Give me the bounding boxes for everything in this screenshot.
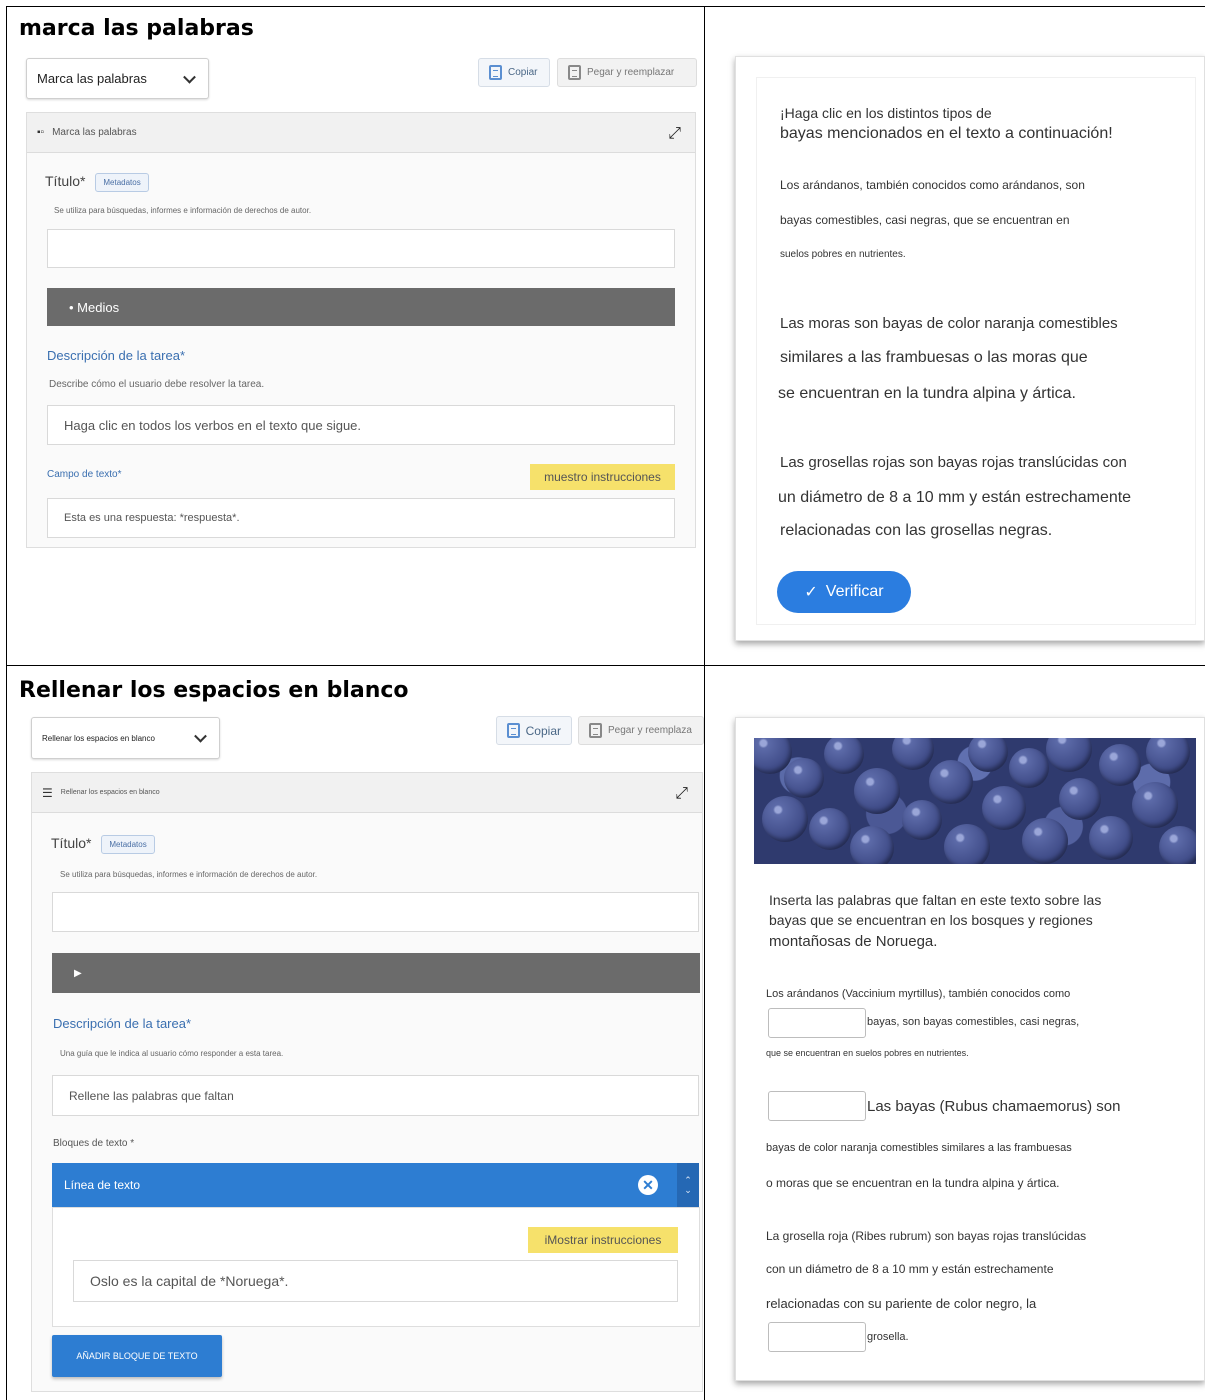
editor-header: ☰ Rellenar los espacios en blanco ⤢ xyxy=(32,773,702,813)
fill-blanks-icon: ☰ xyxy=(42,785,53,800)
table-border-top xyxy=(6,6,1205,7)
task-description-help: Describe cómo el usuario debe resolver l… xyxy=(49,379,265,390)
word-line[interactable]: bayas comestibles, casi negras, que se e… xyxy=(780,213,1070,227)
chevron-down-icon xyxy=(183,70,196,84)
task-description-label: Descripción de la tarea* xyxy=(53,1016,192,1031)
paste-label: Pegar y reemplazar xyxy=(587,67,675,78)
editor-header-label: Marca las palabras xyxy=(52,127,137,138)
intro-text: montañosas de Noruega. xyxy=(769,933,938,950)
title-help: Se utiliza para búsquedas, informes e in… xyxy=(54,206,312,215)
task-description-label: Descripción de la tarea* xyxy=(47,348,186,363)
preview-panel: Inserta las palabras que faltan en este … xyxy=(735,717,1205,1381)
clipboard-icon xyxy=(589,723,602,738)
text-line-header: Línea de texto xyxy=(52,1163,680,1207)
intro-text: Inserta las palabras que faltan en este … xyxy=(769,892,1102,908)
paragraph-line: relacionadas con su pariente de color ne… xyxy=(766,1296,1037,1311)
clipboard-icon xyxy=(489,65,502,80)
reorder-arrows-icon[interactable]: ⌃ ⌄ xyxy=(677,1163,699,1207)
check-icon: ✓ xyxy=(804,584,818,601)
text-field-input[interactable]: Esta es una respuesta: *respuesta*. xyxy=(47,498,675,538)
word-line[interactable]: relacionadas con las grosellas negras. xyxy=(780,522,1052,540)
paragraph-line: o moras que se encuentran en la tundra a… xyxy=(766,1176,1060,1190)
task-description-input[interactable]: Haga clic en todos los verbos en el text… xyxy=(47,405,675,445)
copy-button[interactable]: Copiar xyxy=(478,58,550,87)
paragraph-line: que se encuentran en suelos pobres en nu… xyxy=(766,1048,969,1058)
text-blocks-label: Bloques de texto * xyxy=(53,1138,135,1149)
paste-replace-button[interactable]: Pegar y reemplazar xyxy=(557,58,697,87)
paragraph-line: bayas, son bayas comestibles, casi negra… xyxy=(867,1016,1080,1028)
content-type-select[interactable]: Rellenar los espacios en blanco xyxy=(31,717,220,759)
clipboard-icon xyxy=(568,65,581,80)
title-label: Título* Metadatos xyxy=(45,173,149,192)
section-heading: marca las palabras xyxy=(19,16,254,41)
add-text-block-button[interactable]: AÑADIR BLOQUE DE TEXTO xyxy=(52,1335,222,1377)
expand-icon[interactable]: ⤢ xyxy=(675,785,688,803)
preview-panel: ¡Haga clic en los distintos tipos de bay… xyxy=(735,56,1205,641)
paragraph-line: con un diámetro de 8 a 10 mm y están est… xyxy=(766,1262,1054,1276)
metadata-button[interactable]: Metadatos xyxy=(95,173,149,192)
select-value: Marca las palabras xyxy=(37,71,147,86)
blank-input[interactable] xyxy=(768,1008,866,1038)
word-line[interactable]: suelos pobres en nutrientes. xyxy=(780,249,906,260)
expand-icon[interactable]: ⤢ xyxy=(668,125,681,143)
show-instructions-button[interactable]: muestro instrucciones xyxy=(530,464,675,490)
media-toggle[interactable]: • Medios xyxy=(47,288,675,326)
word-line[interactable]: Los arándanos, también conocidos como ar… xyxy=(780,178,1085,192)
intro-text: ¡Haga clic en los distintos tipos de xyxy=(780,105,992,121)
select-value: Rellenar los espacios en blanco xyxy=(42,733,155,743)
editor-panel: ☰ Rellenar los espacios en blanco ⤢ Títu… xyxy=(31,772,703,1392)
text-line-label: Línea de texto xyxy=(64,1178,141,1192)
paragraph-line: La grosella roja (Ribes rubrum) son baya… xyxy=(766,1229,1087,1243)
metadata-button[interactable]: Metadatos xyxy=(101,835,155,854)
paragraph-line: grosella. xyxy=(867,1331,909,1343)
intro-text: bayas que se encuentran en los bosques y… xyxy=(769,912,1093,928)
task-description-input[interactable]: Rellene las palabras que faltan xyxy=(52,1075,699,1116)
content-type-select[interactable]: Marca las palabras xyxy=(26,58,209,99)
clipboard-icon xyxy=(507,723,520,738)
blueberries-photo xyxy=(754,738,1196,864)
chevron-down-icon xyxy=(194,729,207,743)
editor-header: ▪▫ Marca las palabras ⤢ xyxy=(27,113,695,153)
copy-button[interactable]: Copiar xyxy=(496,716,572,745)
show-instructions-button[interactable]: iMostrar instrucciones xyxy=(528,1227,678,1253)
title-help: Se utiliza para búsquedas, informes e in… xyxy=(60,870,318,879)
word-line[interactable]: Las grosellas rojas son bayas rojas tran… xyxy=(780,454,1127,471)
paragraph-line: Las bayas (Rubus chamaemorus) son xyxy=(867,1098,1121,1115)
text-field-label: Campo de texto* xyxy=(47,469,122,480)
word-line[interactable]: Las moras son bayas de color naranja com… xyxy=(780,315,1118,332)
editor-header-label: Rellenar los espacios en blanco xyxy=(60,789,160,796)
word-line[interactable]: un diámetro de 8 a 10 mm y están estrech… xyxy=(778,489,1131,507)
word-line[interactable]: se encuentran en la tundra alpina y árti… xyxy=(778,385,1076,403)
blank-input[interactable] xyxy=(768,1322,866,1352)
media-toggle[interactable]: ▶ xyxy=(52,953,700,993)
table-border-middle xyxy=(704,6,705,1400)
copy-label: Copiar xyxy=(525,723,561,738)
paragraph-line: Los arándanos (Vaccinium myrtillus), tam… xyxy=(766,988,1071,1000)
paste-label: Pegar y reemplaza xyxy=(608,725,692,736)
text-line-input[interactable]: Oslo es la capital de *Noruega*. xyxy=(73,1260,678,1302)
title-input[interactable] xyxy=(47,229,675,268)
intro-text: bayas mencionados en el texto a continua… xyxy=(780,125,1113,142)
paste-replace-button[interactable]: Pegar y reemplaza xyxy=(578,716,704,745)
caret-right-icon: ▶ xyxy=(74,967,82,979)
paragraph-line: bayas de color naranja comestibles simil… xyxy=(766,1142,1072,1154)
title-input[interactable] xyxy=(52,892,699,932)
verify-button[interactable]: ✓ Verificar xyxy=(777,571,911,613)
title-label: Título* Metadatos xyxy=(51,835,155,854)
copy-label: Copiar xyxy=(508,67,538,78)
word-line[interactable]: similares a las frambuesas o las moras q… xyxy=(780,349,1088,367)
task-description-help: Una guía que le indica al usuario cómo r… xyxy=(60,1049,284,1058)
editor-panel: ▪▫ Marca las palabras ⤢ Título* Metadato… xyxy=(26,112,696,548)
remove-line-icon[interactable]: ✕ xyxy=(638,1175,658,1195)
table-border-row xyxy=(6,665,1205,666)
section-heading: Rellenar los espacios en blanco xyxy=(19,678,409,703)
verify-label: Verificar xyxy=(825,583,884,600)
table-border-left xyxy=(6,6,7,1400)
blank-input[interactable] xyxy=(768,1091,866,1121)
content-type-icon: ▪▫ xyxy=(37,127,45,138)
